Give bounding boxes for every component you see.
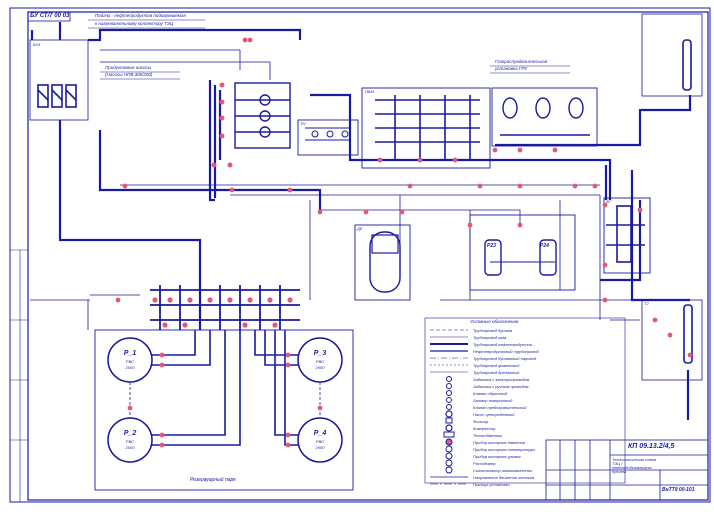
legend-item-label: Прибор контроля температуры (473, 447, 536, 452)
legend-item: Трубопровод дренажный (425, 369, 575, 376)
legend-title: Условные обозначения (470, 319, 519, 324)
tank-farm-label: Резервуарный парк (190, 477, 236, 483)
legend-item: Клапан предохранительный (425, 404, 575, 411)
legend-item-label: Задвижка с электроприводом (473, 377, 530, 382)
legend-item-label: Клапан предохранительный (473, 405, 527, 410)
legend-item: Задвижка с ручным приводом (425, 383, 575, 390)
label-p24: Р24 (540, 243, 549, 249)
label-box2: ТН (300, 121, 306, 126)
legend-item-label: Граница установки (473, 482, 510, 487)
tank-p4-line1: РВС (315, 439, 325, 444)
legend-item: Трубопровод факельный (425, 362, 575, 369)
tank-p2-code: Р_2 (123, 430, 137, 437)
tank-p2-line1: РВС (125, 439, 135, 444)
legend-item-label: Фильтр (473, 419, 489, 424)
box-separators (469, 214, 576, 291)
tank-p3-line2: 2000 (315, 365, 325, 370)
tank-p1-code: Р_1 (123, 350, 137, 357)
title-description: Технологическая схема ТЭЦ / нефтедобываю… (612, 457, 656, 474)
tank-p3-code: Р_3 (313, 350, 327, 357)
legend-item-label: Задвижка с ручным приводом (473, 384, 529, 389)
column-box-bottom (641, 299, 703, 381)
top-note: Подача - нефтепродуктов подогреваемая (95, 13, 186, 18)
legend-item: Направление движения потоков (425, 474, 575, 481)
title-code-small: ВнТТ9 00-101 (662, 487, 695, 493)
label-box1: БН1 (33, 42, 41, 47)
label-box6: Т2 (644, 301, 649, 306)
legend-item-label: Трубопровод газа (473, 335, 507, 340)
tank-p2-line2: 2000 (125, 445, 135, 450)
top-note-2: к нагревательному коллектору ТЭЦ (95, 21, 174, 26)
right-note-2: установка ГРУ (495, 66, 528, 71)
legend-item-label: Трубопровод факельный (473, 363, 520, 368)
legend-item: Сигнализатор загазованности (425, 467, 575, 474)
tank-p1-line2: 2000 (125, 365, 135, 370)
legend-item-label: Клапан обратный (473, 391, 508, 396)
legend-list: Трубопровод бутана Трубопровод газа Трубоп… (425, 327, 625, 487)
legend-item: Компрессор (425, 425, 575, 432)
legend-item-label: Трубопровод бутановый паровой (473, 356, 536, 361)
legend-item-label: Расходомер (473, 461, 496, 466)
legend-item: Насос центробежный (425, 411, 575, 418)
legend-item: Прибор контроля температуры (425, 446, 575, 453)
legend-item: Граница установки (425, 481, 575, 488)
title-code: КП 09.13.2/4,5 (628, 443, 675, 450)
manifold (150, 285, 300, 330)
legend-item-label: Затвор поворотный (473, 398, 513, 403)
legend-item: Фильтр (425, 418, 575, 425)
tank-p4-line2: 2000 (315, 445, 325, 450)
column-box-top (641, 13, 703, 97)
top-code: БУ СТ/7 00 03 (30, 13, 70, 19)
label-box5: ДЕ (357, 226, 363, 231)
heat-exchangers-left (37, 84, 77, 108)
box-de (354, 224, 411, 301)
legend-item-label: Компрессор (473, 426, 496, 431)
right-note: Газораспределительная (495, 59, 548, 64)
pump-group-1 (234, 82, 291, 149)
legend-item-label: Направление движения потоков (473, 475, 535, 480)
legend-item-label: Насос центробежный (473, 412, 515, 417)
legend-item: Трубопровод нефтепродуктов (425, 341, 575, 348)
legend-item: Трубопровод бутана (425, 327, 575, 334)
schematic-drawing: БУ СТ/7 00 03 Подача - нефтепродуктов по… (0, 0, 714, 507)
legend-item: Теплообменник (425, 432, 575, 439)
legend-item: Прибор контроля давления (425, 439, 575, 446)
tank-p3-line1: РВС (315, 359, 325, 364)
label-p23: Р23 (487, 243, 496, 249)
tank-p1-line1: РВС (125, 359, 135, 364)
tank-p4-code: Р_4 (313, 430, 327, 437)
legend-item-label: Сигнализатор загазованности (473, 468, 533, 473)
legend-item: Затвор поворотный (425, 397, 575, 404)
legend-item: Расходомер (425, 460, 575, 467)
legend-item: Задвижка с электроприводом (425, 376, 575, 383)
boiler-box (29, 39, 89, 121)
legend-item-label: Теплообменник (473, 433, 503, 438)
legend-item: Нефтепродуктовый трубопровод (425, 348, 575, 355)
legend-item-label: Прибор контроля давления (473, 440, 526, 445)
legend-item-label: Трубопровод дренажный (473, 370, 520, 375)
product-note: Продуктовые насосы (105, 65, 152, 70)
product-note-2: (Насосы НПВ 300/200) (105, 72, 153, 77)
legend-item: Трубопровод бутановый паровой (425, 355, 575, 362)
legend-item-label: Прибор контроля уровня (473, 454, 521, 459)
legend-item-label: Трубопровод бутана (473, 328, 513, 333)
label-box4: ФГ (606, 199, 612, 204)
legend-item: Клапан обратный (425, 390, 575, 397)
label-box3: ПБМ (365, 89, 374, 94)
legend-item-label: Нефтепродуктовый трубопровод (473, 349, 539, 354)
legend-item: Трубопровод газа (425, 334, 575, 341)
legend-item-label: Трубопровод нефтепродуктов (473, 342, 532, 347)
legend-item: Прибор контроля уровня (425, 453, 575, 460)
